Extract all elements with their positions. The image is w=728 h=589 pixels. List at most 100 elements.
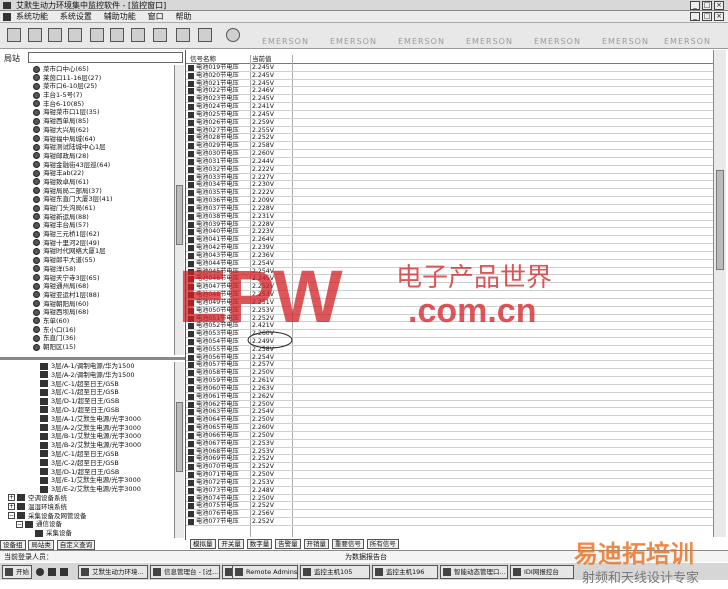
site-list-item[interactable]: 东直门(36) [2, 334, 180, 343]
table-scroll-thumb[interactable] [716, 170, 724, 270]
device-list-item[interactable]: 3层/C-2/超至日王/GSB [2, 459, 180, 468]
site-list-item[interactable]: 东单(60) [2, 317, 180, 326]
taskbar-button[interactable]: 监控主机196 [372, 565, 438, 579]
taskbar-button[interactable]: 艾默生动力环境... [78, 565, 148, 579]
expand-toggle-icon[interactable]: − [16, 520, 23, 528]
tab-important[interactable]: 重要信号 [331, 539, 364, 549]
table-row[interactable]: 电池039节电压 2.228V [186, 221, 713, 229]
window-icon[interactable] [198, 28, 212, 42]
site-list-item[interactable]: 海钳朝阳局(60) [2, 300, 180, 309]
panel-splitter[interactable] [0, 357, 185, 360]
site-list-item[interactable]: 菜市口6-10层(25) [2, 82, 180, 91]
quicklaunch-icon[interactable] [36, 568, 44, 576]
tools-icon[interactable] [110, 28, 124, 42]
tab-site-type[interactable]: 局站类 [28, 540, 54, 550]
site-list-item[interactable]: 海钳邮政局(28) [2, 152, 180, 161]
tree-node[interactable]: 采集设备 [2, 529, 180, 538]
device-list-item[interactable]: 3层/E-2/艾默生电源/光宇3000 [2, 485, 180, 494]
table-row[interactable]: 电池026节电压 2.259V [186, 119, 713, 127]
site-list-item[interactable]: 海钳天宁寺3层(65) [2, 274, 180, 283]
device-tree[interactable]: 3层/A-1/调制电源/华为1500 3层/A-2/调制电源/华为1500 3层/C… [2, 362, 180, 538]
tab-custom-query[interactable]: 自定义查询 [56, 540, 96, 550]
expand-toggle-icon[interactable]: + [8, 494, 15, 502]
table-row[interactable]: 电池070节电压 2.252V [186, 463, 713, 472]
table-row[interactable]: 电池041节电压 2.264V [186, 236, 713, 245]
table-row[interactable]: 电池057节电压 2.257V [186, 361, 713, 370]
menu-system[interactable]: 系统功能 [16, 11, 48, 23]
tree-node[interactable]: + 空调设备系统 [2, 494, 180, 503]
quicklaunch-icon[interactable] [60, 568, 68, 576]
site-list-item[interactable]: 海钳福中局城(64) [2, 135, 180, 144]
taskbar-button[interactable]: 信息管理台 - [过... [150, 565, 220, 579]
menu-help[interactable]: 帮助 [176, 11, 192, 23]
site-list-item[interactable]: 海钳局局二部局(37) [2, 187, 180, 196]
site-list-item[interactable]: 海钳门头沟局(61) [2, 204, 180, 213]
child-close-button[interactable]: × [714, 12, 724, 21]
device-tree-scrollbar[interactable] [174, 362, 184, 538]
table-row[interactable]: 电池075节电压 2.252V [186, 502, 713, 511]
close-button[interactable]: × [714, 1, 724, 10]
table-row[interactable]: 电池032节电压 2.222V [186, 166, 713, 174]
device-list-item[interactable]: 3层/A-1/调制电源/华为1500 [2, 362, 180, 371]
folder-icon[interactable] [68, 28, 82, 42]
table-row[interactable]: 电池030节电压 2.260V [186, 150, 713, 158]
table-row[interactable]: 电池077节电压 2.252V [186, 518, 713, 526]
site-list-item[interactable]: 海钳丰ab(22) [2, 169, 180, 178]
tab-device-group[interactable]: 设备组 [0, 540, 26, 550]
device-icon[interactable] [90, 28, 104, 42]
table-row[interactable]: 电池037节电压 2.228V [186, 205, 713, 213]
site-list-item[interactable]: 海钳金融街43层巡(64) [2, 161, 180, 170]
device-list-item[interactable]: 3层/A-2/调制电源/华为1500 [2, 371, 180, 380]
table-row[interactable]: 电池020节电压 2.245V [186, 72, 713, 80]
site-search-input[interactable] [28, 52, 183, 63]
table-row[interactable]: 电池036节电压 2.209V [186, 197, 713, 205]
maximize-button[interactable]: □ [702, 1, 712, 10]
taskbar-button[interactable]: IDI网报控台 [510, 565, 574, 579]
tree-node[interactable]: − 通信设备 [2, 520, 180, 529]
menu-tools[interactable]: 辅助功能 [104, 11, 136, 23]
taskbar-button[interactable]: Remote Adminstra... [232, 565, 298, 579]
device-list-item[interactable]: 3层/B-2/艾默生电源/光宇3000 [2, 441, 180, 450]
column-header-value[interactable]: 当前值 [252, 55, 272, 64]
print-icon[interactable] [7, 28, 21, 42]
table-row[interactable]: 电池073节电压 2.248V [186, 487, 713, 495]
site-list-item[interactable]: 海钳亚运村1层(88) [2, 291, 180, 300]
table-row[interactable]: 电池038节电压 2.231V [186, 213, 713, 221]
site-list-item[interactable]: 丰台1-5号(7) [2, 91, 180, 100]
site-list-item[interactable]: 海钳菜市口1层(35) [2, 108, 180, 117]
chart-icon[interactable] [153, 28, 167, 42]
table-row[interactable]: 电池035节电压 2.222V [186, 189, 713, 198]
table-row[interactable]: 电池031节电压 2.244V [186, 158, 713, 166]
site-list-item[interactable]: 海钳东直门大厦3层(41) [2, 195, 180, 204]
table-row[interactable]: 电池043节电压 2.236V [186, 252, 713, 260]
site-list-scroll-thumb[interactable] [176, 185, 183, 245]
site-list-item[interactable]: 海钳三元桥1层(62) [2, 230, 180, 239]
site-list-item[interactable]: 海钳致卓局(61) [2, 178, 180, 187]
site-list-item[interactable]: 海钳测试陆城中心1层 [2, 143, 180, 152]
table-row[interactable]: 电池071节电压 2.250V [186, 471, 713, 479]
table-row[interactable]: 电池066节电压 2.250V [186, 432, 713, 440]
column-header-signal[interactable]: 信号名称 [190, 55, 216, 64]
table-row[interactable]: 电池063节电压 2.254V [186, 408, 713, 417]
quicklaunch-icon[interactable] [48, 568, 56, 576]
device-list-item[interactable]: 3层/A-1/艾默生电源/光宇3000 [2, 415, 180, 424]
table-row[interactable]: 电池028节电压 2.252V [186, 134, 713, 143]
table-row[interactable]: 电池072节电压 2.253V [186, 479, 713, 487]
table-row[interactable]: 电池076节电压 2.256V [186, 510, 713, 519]
taskbar-button[interactable]: 监控主机105 [300, 565, 370, 579]
tab-switch[interactable]: 开关量 [218, 539, 244, 549]
monitor-icon[interactable] [131, 28, 145, 42]
table-row[interactable]: 电池062节电压 2.250V [186, 401, 713, 409]
menu-settings[interactable]: 系统设置 [60, 11, 92, 23]
tab-all-signals[interactable]: 所有信号 [366, 539, 399, 549]
open-icon[interactable] [28, 28, 42, 42]
expand-toggle-icon[interactable]: + [8, 503, 15, 511]
table-row[interactable]: 电池040节电压 2.223V [186, 228, 713, 237]
site-list-item[interactable]: 海钳郎平大道(55) [2, 256, 180, 265]
table-row[interactable]: 电池058节电压 2.250V [186, 369, 713, 378]
site-list-item[interactable]: 东小口(16) [2, 326, 180, 335]
table-row[interactable]: 电池019节电压 2.245V [186, 64, 713, 72]
tree-node[interactable]: + 温湿环境系统 [2, 503, 180, 512]
tab-overhead[interactable]: 开销量 [303, 539, 329, 549]
site-list-item[interactable]: 海钳丰台局(57) [2, 221, 180, 230]
